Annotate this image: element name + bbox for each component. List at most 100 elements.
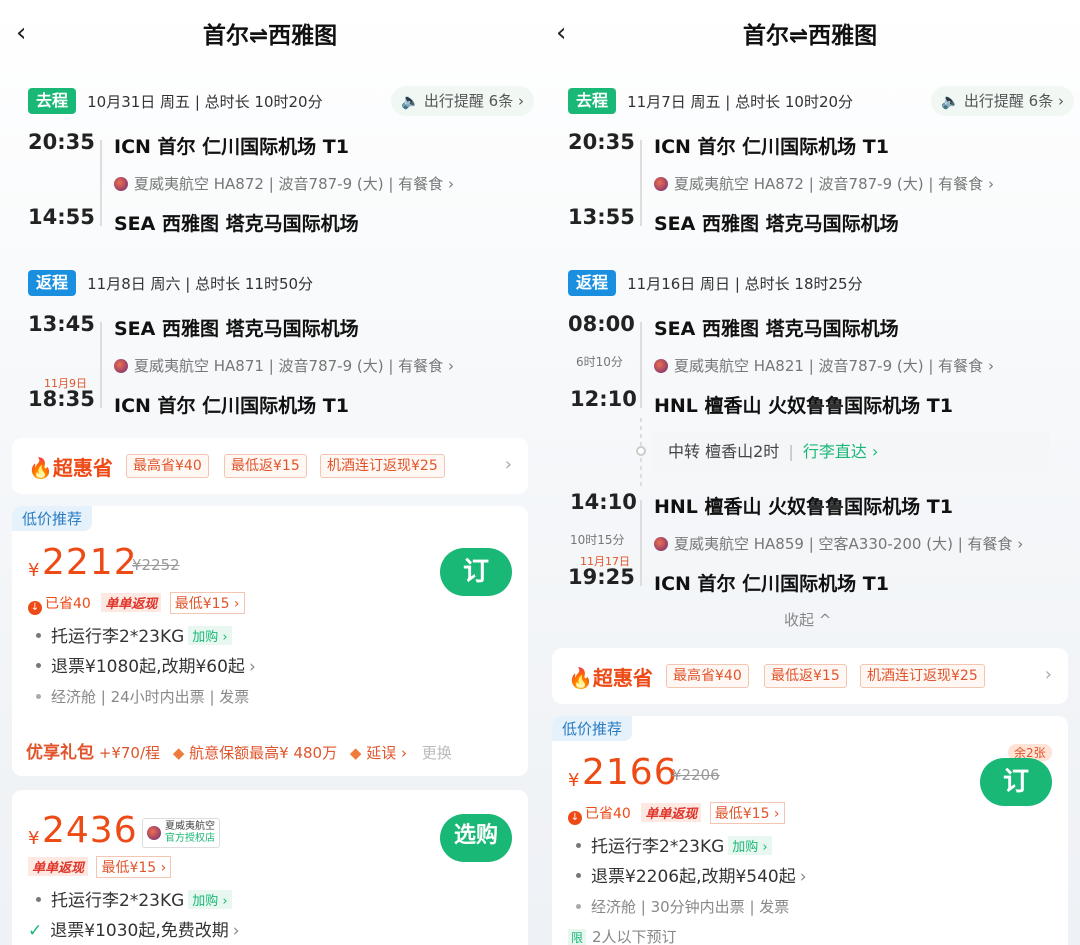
return-leg1-airline[interactable]: 夏威夷航空 HA821 | 波音787-9 (大) | 有餐食 › <box>654 355 994 376</box>
baggage-through-link[interactable]: 行李直达 › <box>803 442 879 461</box>
leg1-arr-time: 12:10 <box>570 387 637 411</box>
refund-row[interactable]: 退票¥1080起,改期¥60起 › <box>36 652 256 677</box>
luggage-row: 托运行李2*23KG 加购 › <box>36 622 232 647</box>
return-info: 11月8日 周六 | 总时长 11时50分 <box>87 274 314 293</box>
collapse-button[interactable]: 收起 ^ <box>784 609 831 630</box>
min-cashback[interactable]: 最低¥15 › <box>709 802 785 824</box>
savings-icon: ↓ <box>568 811 582 825</box>
return-timeline <box>100 322 102 408</box>
original-price: ¥2252 <box>132 556 180 574</box>
outbound-tag: 去程 <box>28 88 77 114</box>
promo-tag: 最低返¥15 <box>224 454 307 478</box>
min-cashback[interactable]: 最低¥15 › <box>169 592 245 614</box>
promo-banner[interactable]: 🔥超惠省 最高省¥40 最低返¥15 机酒连订返现¥25 › <box>12 438 528 494</box>
panel-right: ‹ 首尔⇌西雅图 去程 11月7日 周五 | 总时长 10时20分 🔈 出行提醒 … <box>540 0 1080 945</box>
promo-tag: 机酒连订返现¥25 <box>320 454 445 478</box>
low-price-tag: 低价推荐 <box>552 716 633 741</box>
fare-card[interactable]: ¥ 2436 夏威夷航空 官方授权店 单单返现 最低¥15 › 选购 托运行李2*… <box>12 790 528 945</box>
hawaiian-airlines-logo-icon <box>654 359 668 373</box>
package-delay: 延误 › <box>366 744 407 762</box>
travel-reminder[interactable]: 🔈 出行提醒 6条 › <box>391 86 534 116</box>
low-price-tag: 低价推荐 <box>12 506 93 531</box>
cashback-badge: 单单返现 <box>28 857 89 876</box>
flame-icon: 🔥 <box>568 666 593 690</box>
return-airline[interactable]: 夏威夷航空 HA871 | 波音787-9 (大) | 有餐食 › <box>114 355 454 376</box>
chevron-right-icon: › <box>1044 664 1052 685</box>
outbound-airline[interactable]: 夏威夷航空 HA872 | 波音787-9 (大) | 有餐食 › <box>654 173 994 194</box>
refund-row[interactable]: 退票¥2206起,改期¥540起 › <box>576 862 807 887</box>
price: 2436 <box>42 810 138 851</box>
package-insurance: 航意保额最高¥ 480万 <box>189 744 338 762</box>
savings-row: ↓ 已省40 单单返现 最低¥15 › <box>568 802 785 825</box>
cabin-row: 经济舱 | 24小时内出票 | 发票 <box>36 686 249 707</box>
addon-button[interactable]: 加购 › <box>188 890 232 909</box>
chevron-right-icon: › <box>248 657 256 677</box>
return-arr-time: 19:25 <box>568 565 635 589</box>
outbound-airline[interactable]: 夏威夷航空 HA872 | 波音787-9 (大) | 有餐食 › <box>114 173 454 194</box>
top-bar: ‹ 首尔⇌西雅图 <box>0 0 540 66</box>
return-dep-time: 13:45 <box>28 312 95 336</box>
book-button[interactable]: 订 <box>440 548 512 596</box>
return-arr-airport: ICN 首尔 仁川国际机场 T1 <box>654 573 889 595</box>
outbound-arr-time: 13:55 <box>568 205 635 229</box>
official-store-badge: 夏威夷航空 官方授权店 <box>142 818 220 848</box>
return-timeline-leg2 <box>640 500 642 586</box>
limit-tag: 限 <box>568 929 587 945</box>
addon-button[interactable]: 加购 › <box>188 626 232 645</box>
page-title: 首尔⇌西雅图 <box>742 23 878 49</box>
outbound-arr-airport: SEA 西雅图 塔克马国际机场 <box>114 213 359 235</box>
travel-reminder[interactable]: 🔈 出行提醒 6条 › <box>931 86 1074 116</box>
original-price: ¥2206 <box>672 766 720 784</box>
chevron-right-icon: › <box>232 921 240 941</box>
leg2-dep-airport: HNL 檀香山 火奴鲁鲁国际机场 T1 <box>654 496 953 518</box>
fare-card[interactable]: 低价推荐 ¥ 2212 ¥2252 ↓ 已省40 单单返现 最低¥15 › 订 托… <box>12 506 528 776</box>
min-cashback[interactable]: 最低¥15 › <box>96 856 172 878</box>
fare-card[interactable]: 低价推荐 ¥ 2166 ¥2206 ↓ 已省40 单单返现 最低¥15 › 余2张… <box>552 716 1068 945</box>
return-dep-airport: SEA 西雅图 塔克马国际机场 <box>654 318 899 340</box>
change-package-button[interactable]: 更换 <box>422 744 452 762</box>
gift-package-row[interactable]: 优享礼包 +¥70/程 ◆ 航意保额最高¥ 480万 ◆ 延误 › 更换 <box>26 738 452 763</box>
speaker-icon: 🔈 <box>941 92 960 110</box>
speaker-icon: 🔈 <box>401 92 420 110</box>
currency-symbol: ¥ <box>568 770 580 791</box>
savings-icon: ↓ <box>28 601 42 615</box>
outbound-timeline <box>640 140 642 226</box>
price: 2212 <box>42 542 138 583</box>
return-header: 返程 11月16日 周日 | 总时长 18时25分 <box>568 270 863 298</box>
return-dep-time: 08:00 <box>568 312 635 336</box>
savings-row: ↓ 已省40 单单返现 最低¥15 › <box>28 592 245 615</box>
outbound-timeline <box>100 140 102 226</box>
promo-tag: 最低返¥15 <box>764 664 847 688</box>
promo-tag: 最高省¥40 <box>126 454 209 478</box>
shield-icon: ◆ <box>172 744 185 762</box>
addon-button[interactable]: 加购 › <box>728 836 772 855</box>
return-arr-time: 18:35 <box>28 387 95 411</box>
top-bar: ‹ 首尔⇌西雅图 <box>540 0 1080 66</box>
cashback-badge: 单单返现 <box>641 803 702 822</box>
promo-tag: 机酒连订返现¥25 <box>860 664 985 688</box>
luggage-row: 托运行李2*23KG 加购 › <box>36 886 232 911</box>
outbound-dep-time: 20:35 <box>568 130 635 154</box>
return-header: 返程 11月8日 周六 | 总时长 11时50分 <box>28 270 313 298</box>
booking-limit: 限 2人以下预订 <box>568 926 677 945</box>
return-arr-airport: ICN 首尔 仁川国际机场 T1 <box>114 395 349 417</box>
select-button[interactable]: 选购 <box>440 814 512 862</box>
promo-banner[interactable]: 🔥超惠省 最高省¥40 最低返¥15 机酒连订返现¥25 › <box>552 648 1068 704</box>
price: 2166 <box>582 752 678 793</box>
chevron-right-icon: › <box>504 454 512 475</box>
luggage-row: 托运行李2*23KG 加购 › <box>576 832 772 857</box>
book-button[interactable]: 订 <box>980 758 1052 806</box>
promo-logo: 🔥超惠省 <box>568 666 653 690</box>
return-leg2-airline[interactable]: 夏威夷航空 HA859 | 空客A330-200 (大) | 有餐食 › <box>654 533 1023 554</box>
hawaiian-airlines-logo-icon <box>114 177 128 191</box>
outbound-info: 11月7日 周五 | 总时长 10时20分 <box>627 92 854 111</box>
transfer-info[interactable]: 中转 檀香山2时 | 行李直达 › <box>652 432 1050 474</box>
shield-icon: ◆ <box>349 744 362 762</box>
promo-logo: 🔥超惠省 <box>28 456 113 480</box>
return-info: 11月16日 周日 | 总时长 18时25分 <box>627 274 863 293</box>
cashback-row: 单单返现 最低¥15 › <box>28 856 172 878</box>
refund-row[interactable]: ✓ 退票¥1030起,免费改期 › <box>28 916 240 941</box>
package-name: 优享礼包 <box>26 743 94 763</box>
outbound-dep-airport: ICN 首尔 仁川国际机场 T1 <box>114 136 349 158</box>
outbound-dep-airport: ICN 首尔 仁川国际机场 T1 <box>654 136 889 158</box>
